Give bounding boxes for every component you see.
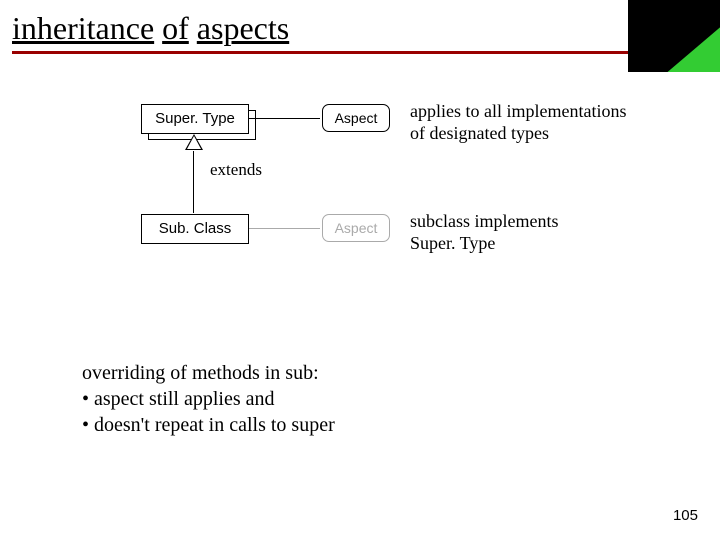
corner-triangle-icon <box>666 26 720 72</box>
slide-title: inheritance of aspects <box>0 0 720 51</box>
caption-line: applies to all implementations <box>410 101 626 121</box>
title-word: aspects <box>197 10 289 46</box>
para-line: overriding of methods in sub: <box>82 360 335 386</box>
extends-label: extends <box>210 160 262 180</box>
para-line: • doesn't repeat in calls to super <box>82 412 335 438</box>
diagram-area: Super. Type Aspect extends Sub. Class As… <box>0 94 720 354</box>
caption-line: of designated types <box>410 123 549 143</box>
subclass-box: Sub. Class <box>141 214 249 244</box>
connector-line <box>249 118 320 119</box>
corner-badge <box>628 0 720 72</box>
supertype-box: Super. Type <box>141 104 249 134</box>
title-word: inheritance <box>12 10 154 46</box>
body-paragraph: overriding of methods in sub: • aspect s… <box>82 360 335 438</box>
title-rule <box>12 51 708 54</box>
para-line: • aspect still applies and <box>82 386 335 412</box>
aspect-box-bottom: Aspect <box>322 214 390 242</box>
aspect-box-top: Aspect <box>322 104 390 132</box>
page-number: 105 <box>673 507 698 524</box>
connector-line-faded <box>249 228 320 229</box>
caption-line: subclass implements <box>410 211 558 231</box>
title-word: of <box>162 10 189 46</box>
caption-line: Super. Type <box>410 233 495 253</box>
inheritance-arrowhead-icon <box>185 134 203 150</box>
inheritance-line <box>193 151 194 213</box>
caption-bottom: subclass implements Super. Type <box>410 210 710 254</box>
caption-top: applies to all implementations of design… <box>410 100 710 144</box>
